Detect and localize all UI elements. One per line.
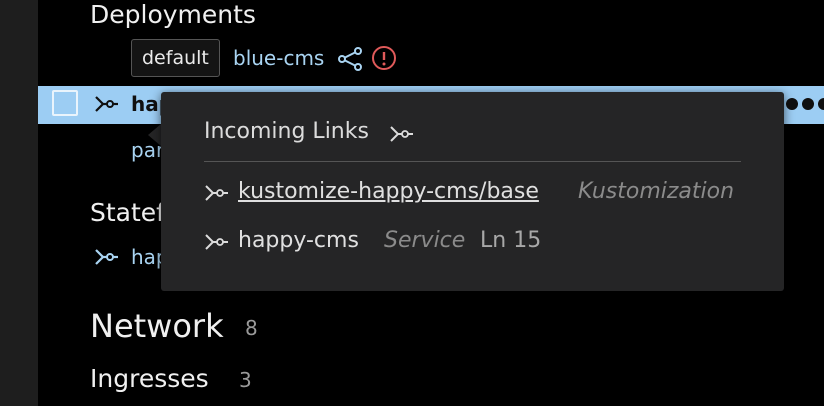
link-icon <box>204 230 230 254</box>
ingresses-count: 3 <box>239 368 252 392</box>
incoming-link-kustomization[interactable]: kustomize-happy-cms/base <box>238 179 539 204</box>
link-icon <box>94 245 120 269</box>
incoming-link-kind: Kustomization <box>578 179 735 204</box>
incoming-link-service[interactable]: happy-cms <box>238 228 359 253</box>
network-count: 8 <box>245 316 258 340</box>
link-icon <box>94 92 120 116</box>
deployment-name-link[interactable]: blue-cms <box>233 46 324 70</box>
stateful-heading: Statef <box>90 198 165 227</box>
more-actions-icon[interactable] <box>786 96 824 112</box>
popup-pointer <box>148 124 161 146</box>
link-icon <box>204 181 230 205</box>
namespace-badge[interactable]: default <box>131 39 220 77</box>
editor-gutter <box>0 0 38 406</box>
incoming-link-location: Ln 15 <box>480 228 542 253</box>
share-icon[interactable] <box>337 46 363 72</box>
network-heading: Network <box>90 307 224 345</box>
error-icon[interactable] <box>371 45 397 71</box>
deployments-heading: Deployments <box>90 0 256 29</box>
popup-title: Incoming Links <box>204 119 369 144</box>
incoming-link-kind: Service <box>384 228 466 253</box>
incoming-links-popup: Incoming Links kustomize-happy-cms/base … <box>161 92 784 291</box>
row-checkbox[interactable] <box>52 90 78 116</box>
popup-divider <box>204 161 741 162</box>
ingresses-heading: Ingresses <box>90 364 209 393</box>
link-icon <box>389 122 415 146</box>
